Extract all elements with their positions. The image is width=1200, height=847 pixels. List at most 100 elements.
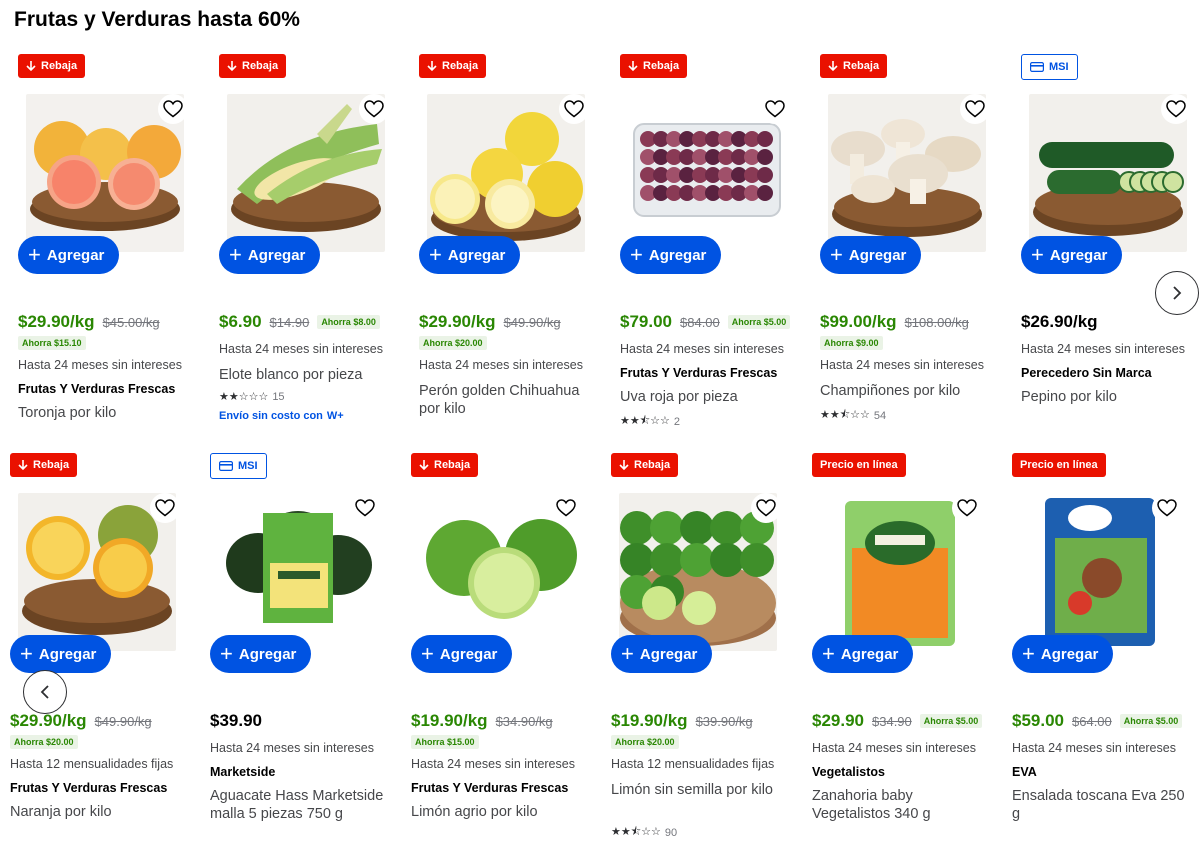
add-to-cart-button[interactable]: + Agregar	[219, 236, 320, 274]
add-to-cart-button[interactable]: + Agregar	[18, 236, 119, 274]
product-name[interactable]: Limón agrio por kilo	[411, 803, 591, 821]
price-row: $39.90	[210, 711, 262, 731]
product-name[interactable]: Pepino por kilo	[1021, 388, 1200, 406]
product-card[interactable]: Precio en línea + Agregar $29.90 $34.90 Ahorr…	[812, 453, 1002, 841]
favorite-button[interactable]	[158, 94, 188, 124]
review-count: 54	[873, 409, 887, 422]
brand-name: Frutas Y Verduras Frescas	[18, 382, 176, 396]
plus-icon: +	[421, 641, 434, 666]
price-row: $29.90 $34.90 Ahorra $5.00	[812, 711, 983, 731]
carousel-next-button[interactable]	[1155, 271, 1199, 315]
price-row: $29.90/kg $49.90/kg	[419, 312, 561, 332]
badge-label: Rebaja	[41, 60, 78, 72]
carousel-prev-button[interactable]	[23, 670, 67, 714]
arrow-down-icon	[227, 61, 237, 72]
sale-badge: Rebaja	[219, 54, 287, 78]
plus-icon: +	[229, 242, 242, 267]
current-price: $29.90/kg	[419, 312, 496, 331]
add-to-cart-button[interactable]: + Agregar	[620, 236, 721, 274]
add-to-cart-button[interactable]: + Agregar	[1021, 236, 1122, 274]
installments-text: Hasta 12 mensualidades fijas	[611, 757, 775, 771]
badge-label: Rebaja	[434, 459, 471, 471]
rating: ★★⯪☆☆ 2	[620, 412, 680, 431]
current-price: $99.00/kg	[820, 312, 897, 331]
favorite-button[interactable]	[559, 94, 589, 124]
old-price: $34.90/kg	[495, 713, 553, 729]
favorite-button[interactable]	[359, 94, 389, 124]
plus-icon: +	[822, 641, 835, 666]
product-card[interactable]: Rebaja + Agregar $79.00 $84.00 Ahorra $5.00 Ha…	[620, 54, 810, 442]
review-count: 15	[272, 390, 285, 403]
heart-icon	[163, 100, 183, 118]
arrow-down-icon	[419, 460, 429, 471]
installments-text: Hasta 24 meses sin intereses	[210, 741, 374, 755]
old-price: $84.00	[680, 314, 720, 330]
product-card[interactable]: Rebaja + Agregar $6.90 $14.90 Ahorra $8.00 Has…	[219, 54, 409, 442]
product-card[interactable]: MSI + Agregar $26.90/kg Hasta 24 meses sin i…	[1021, 54, 1200, 442]
add-to-cart-button[interactable]: + Agregar	[820, 236, 921, 274]
rating: ★★⯪☆☆ 90	[611, 823, 677, 842]
favorite-button[interactable]	[960, 94, 990, 124]
installments-text: Hasta 24 meses sin intereses	[18, 358, 182, 372]
product-name[interactable]: Elote blanco por pieza	[219, 366, 399, 384]
favorite-button[interactable]	[150, 493, 180, 523]
heart-icon	[364, 100, 384, 118]
product-name[interactable]: Champiñones por kilo	[820, 382, 1000, 400]
add-to-cart-button[interactable]: + Agregar	[10, 635, 111, 673]
heart-icon	[1157, 499, 1177, 517]
badge-label: Rebaja	[442, 60, 479, 72]
add-label: Agregar	[639, 645, 698, 663]
arrow-down-icon	[18, 460, 28, 471]
online-price-badge: Precio en línea	[812, 453, 906, 477]
favorite-button[interactable]	[350, 493, 380, 523]
heart-icon	[765, 100, 785, 118]
product-name[interactable]: Uva roja por pieza	[620, 388, 800, 406]
savings-badge: Ahorra $20.00	[611, 735, 679, 749]
product-card[interactable]: Rebaja + Agregar $19.90/kg $39.90/kg Ahorra $…	[611, 453, 801, 841]
product-card[interactable]: Rebaja + Agregar $29.90/kg $45.00/kg Ahorra $…	[18, 54, 208, 442]
add-to-cart-button[interactable]: + Agregar	[1012, 635, 1113, 673]
brand-name: Perecedero Sin Marca	[1021, 366, 1152, 380]
product-name[interactable]: Toronja por kilo	[18, 404, 198, 422]
savings-badge: Ahorra $15.10	[18, 336, 86, 350]
product-card[interactable]: Precio en línea + Agregar $59.00 $64.00 Ahorr…	[1012, 453, 1200, 841]
product-card[interactable]: Rebaja + Agregar $19.90/kg $34.90/kg Ahorra $…	[411, 453, 601, 841]
installments-text: Hasta 24 meses sin intereses	[820, 358, 984, 372]
favorite-button[interactable]	[1152, 493, 1182, 523]
brand-name: Frutas Y Verduras Frescas	[411, 781, 569, 795]
old-price: $64.00	[1072, 713, 1112, 729]
add-to-cart-button[interactable]: + Agregar	[411, 635, 512, 673]
price-row: $26.90/kg	[1021, 312, 1098, 332]
favorite-button[interactable]	[1161, 94, 1191, 124]
price-row: $6.90 $14.90 Ahorra $8.00	[219, 312, 380, 332]
add-label: Agregar	[848, 246, 907, 264]
product-name[interactable]: Perón golden Chihuahua por kilo	[419, 382, 599, 418]
product-card[interactable]: Rebaja + Agregar $29.90/kg $49.90/kg Ahorra $…	[419, 54, 609, 442]
product-card[interactable]: Rebaja + Agregar $29.90/kg $49.90/kg Ahorra $…	[10, 453, 200, 841]
msi-badge: MSI	[1021, 54, 1078, 80]
product-name[interactable]: Limón sin semilla por kilo	[611, 781, 791, 799]
savings-badge: Ahorra $8.00	[317, 315, 380, 329]
add-to-cart-button[interactable]: + Agregar	[419, 236, 520, 274]
add-to-cart-button[interactable]: + Agregar	[210, 635, 311, 673]
heart-icon	[155, 499, 175, 517]
favorite-button[interactable]	[760, 94, 790, 124]
current-price: $59.00	[1012, 711, 1064, 730]
arrow-down-icon	[828, 61, 838, 72]
product-name[interactable]: Naranja por kilo	[10, 803, 190, 821]
savings-badge: Ahorra $20.00	[419, 336, 487, 350]
add-to-cart-button[interactable]: + Agregar	[611, 635, 712, 673]
installments-text: Hasta 24 meses sin intereses	[219, 342, 383, 356]
product-name[interactable]: Zanahoria baby Vegetalistos 340 g	[812, 787, 992, 823]
favorite-button[interactable]	[952, 493, 982, 523]
favorite-button[interactable]	[751, 493, 781, 523]
sale-badge: Rebaja	[10, 453, 78, 477]
product-card[interactable]: MSI + Agregar $39.90 Hasta 24 meses sin inte…	[210, 453, 400, 841]
favorite-button[interactable]	[551, 493, 581, 523]
product-name[interactable]: Aguacate Hass Marketside malla 5 piezas …	[210, 787, 390, 823]
add-to-cart-button[interactable]: + Agregar	[812, 635, 913, 673]
plus-icon: +	[1031, 242, 1044, 267]
badge-label: Precio en línea	[820, 459, 898, 471]
product-name[interactable]: Ensalada toscana Eva 250 g	[1012, 787, 1192, 823]
product-card[interactable]: Rebaja + Agregar $99.00/kg $108.00/kg Ahorra …	[820, 54, 1010, 442]
